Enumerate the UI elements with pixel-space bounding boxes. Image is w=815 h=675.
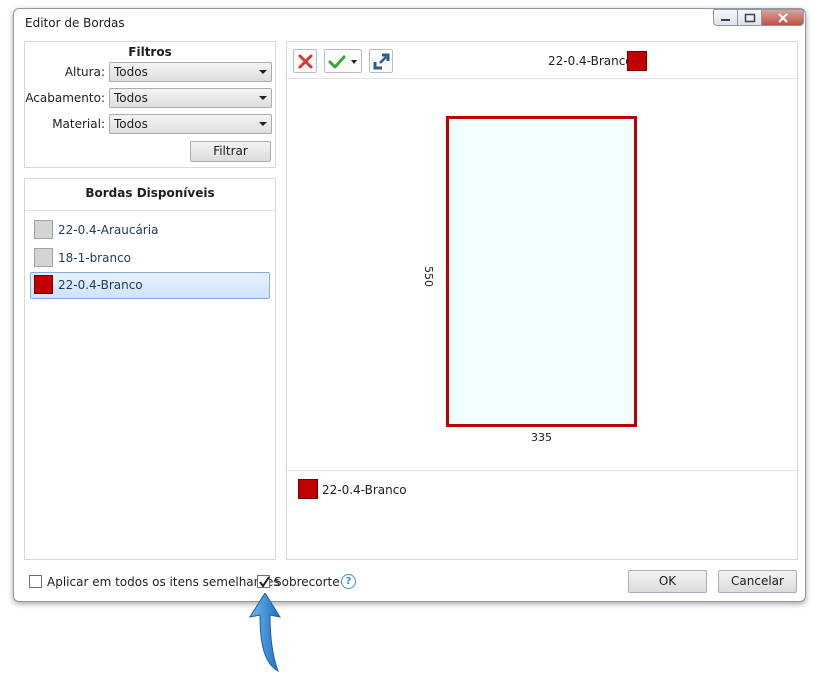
check-icon [328, 55, 357, 69]
maximize-button[interactable] [737, 9, 762, 26]
apply-edge-dropdown-button[interactable] [324, 49, 362, 73]
filter-button[interactable]: Filtrar [190, 141, 271, 162]
expand-button[interactable] [369, 49, 393, 73]
edge-list-item-selected[interactable]: 22-0.4-Branco [30, 272, 270, 299]
window-title: Editor de Bordas [25, 16, 125, 30]
piece-preview[interactable] [446, 116, 637, 427]
legend-label: 22-0.4-Branco [322, 483, 407, 497]
filters-header: Filtros [128, 45, 172, 59]
edge-list-item[interactable]: 18-1-branco [30, 245, 270, 272]
height-dimension: 550 [422, 266, 435, 287]
altura-select-value: Todos [114, 65, 148, 79]
legend-swatch [298, 479, 318, 499]
close-icon [298, 54, 313, 69]
edge-list-item-label: 18-1-branco [58, 251, 132, 265]
width-dimension: 335 [531, 431, 552, 444]
acabamento-select-value: Todos [114, 91, 148, 105]
acabamento-label: Acabamento: [25, 91, 105, 105]
remove-edge-button[interactable] [293, 49, 317, 73]
material-select[interactable]: Todos [109, 114, 272, 134]
close-icon [777, 12, 788, 23]
material-select-value: Todos [114, 117, 148, 131]
material-label: Material: [52, 117, 105, 131]
edge-color-swatch [34, 275, 53, 294]
preview-panel: 22-0.4-Branco 335 550 22-0.4-Branco [286, 41, 798, 560]
arrow-up-icon [248, 593, 282, 673]
edge-color-swatch [34, 220, 53, 239]
help-icon[interactable]: ? [341, 574, 356, 589]
acabamento-select[interactable]: Todos [109, 88, 272, 108]
altura-select[interactable]: Todos [109, 62, 272, 82]
filter-row-altura: Altura: Todos [25, 62, 275, 82]
edge-list-item-label: 22-0.4-Branco [58, 278, 143, 292]
sobrecorte-label: Sobrecorte [274, 575, 340, 589]
apply-all-checkbox[interactable] [29, 575, 42, 588]
filter-row-acabamento: Acabamento: Todos [25, 88, 275, 108]
divider [287, 470, 797, 471]
editor-window: Editor de Bordas Filtros Altura: Todos A… [13, 8, 806, 602]
divider [25, 210, 275, 211]
maximize-icon [744, 13, 755, 22]
close-button[interactable] [761, 9, 804, 26]
filters-panel: Filtros Altura: Todos Acabamento: Todos … [24, 41, 276, 168]
altura-label: Altura: [64, 65, 105, 79]
checkmark-icon [259, 576, 270, 588]
minimize-button[interactable] [713, 9, 738, 26]
current-edge-label: 22-0.4-Branco [548, 54, 633, 68]
divider [287, 78, 797, 79]
apply-all-label: Aplicar em todos os itens semelhantes [47, 575, 280, 589]
current-edge-swatch [627, 51, 647, 71]
chevron-down-icon [259, 96, 267, 100]
chevron-down-icon [259, 122, 267, 126]
minimize-icon [720, 18, 730, 21]
expand-icon [373, 53, 390, 70]
sobrecorte-checkbox[interactable] [257, 575, 270, 588]
cancel-button[interactable]: Cancelar [718, 570, 797, 593]
ok-button[interactable]: OK [628, 570, 707, 593]
available-edges-header: Bordas Disponíveis [85, 186, 215, 200]
edge-color-swatch [34, 248, 53, 267]
filter-row-material: Material: Todos [25, 114, 275, 134]
edge-list-item-label: 22-0.4-Araucária [58, 223, 159, 237]
edge-list-item[interactable]: 22-0.4-Araucária [30, 217, 270, 244]
chevron-down-icon [259, 70, 267, 74]
available-edges-panel: Bordas Disponíveis 22-0.4-Araucária 18-1… [24, 178, 276, 560]
